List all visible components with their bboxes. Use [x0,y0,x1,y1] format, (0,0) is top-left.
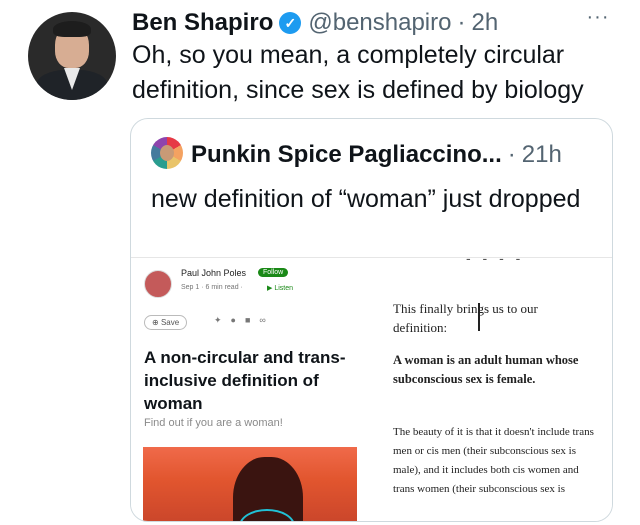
quoted-author-name[interactable]: Punkin Spice Pagliaccino... [191,141,502,169]
author-handle[interactable]: @benshapiro [308,9,451,37]
article-subtitle: Find out if you are a woman! [144,417,283,429]
quoted-tweet-text: new definition of “woman” just dropped [151,185,581,213]
article-title: A non-circular and trans-inclusive defin… [144,348,346,413]
share-icons: ✦●■∞ [214,315,275,326]
save-label: Save [160,318,180,327]
quoted-timestamp[interactable]: 21h [522,141,562,169]
quoted-separator: · [507,141,516,168]
linkedin-icon: ■ [244,315,260,325]
article-image [143,447,357,521]
header-separator: · [457,9,466,36]
author-avatar[interactable] [28,12,116,100]
article-meta: Sep 1 · 6 min read · [181,284,243,291]
twitter-icon: ✦ [214,315,231,325]
tweet-text: Oh, so you mean, a completely circular d… [132,41,584,104]
follow-button: Follow [258,268,289,277]
article-definition: A woman is an adult human whose subconsc… [393,353,579,386]
author-name[interactable]: Ben Shapiro [132,9,273,37]
bookmark-icon: ⊕ [152,318,161,327]
tweet-header: Ben Shapiro ✓ @benshapiro · 2h [132,8,498,38]
screenshot-edge-dashes: - - - - [466,250,525,266]
tweet-timestamp[interactable]: 2h [471,9,498,37]
article-intro: This finally brings us to our definition… [393,301,538,335]
save-button: ⊕ Save [144,315,188,330]
listen-link: ▶ Listen [267,284,293,292]
link-icon: ∞ [259,315,275,325]
more-icon[interactable]: ··· [583,6,613,28]
facebook-icon: ● [230,315,245,325]
quoted-tweet-card[interactable]: Punkin Spice Pagliaccino... · 21h new de… [130,118,613,522]
listen-label: Listen [274,285,294,292]
article-body: The beauty of it is that it doesn't incl… [393,426,594,495]
article-screenshot[interactable]: - - - - Paul John Poles Follow Sep 1 · 6… [131,250,612,521]
avatar-hair [53,21,91,37]
quoted-author-avatar[interactable] [151,137,183,169]
article-author-name: Paul John Poles [181,268,247,278]
verified-badge-icon: ✓ [279,12,302,34]
quoted-tweet-header: Punkin Spice Pagliaccino... · 21h [191,141,562,169]
text-cursor [478,303,480,331]
article-author-avatar [144,270,172,298]
